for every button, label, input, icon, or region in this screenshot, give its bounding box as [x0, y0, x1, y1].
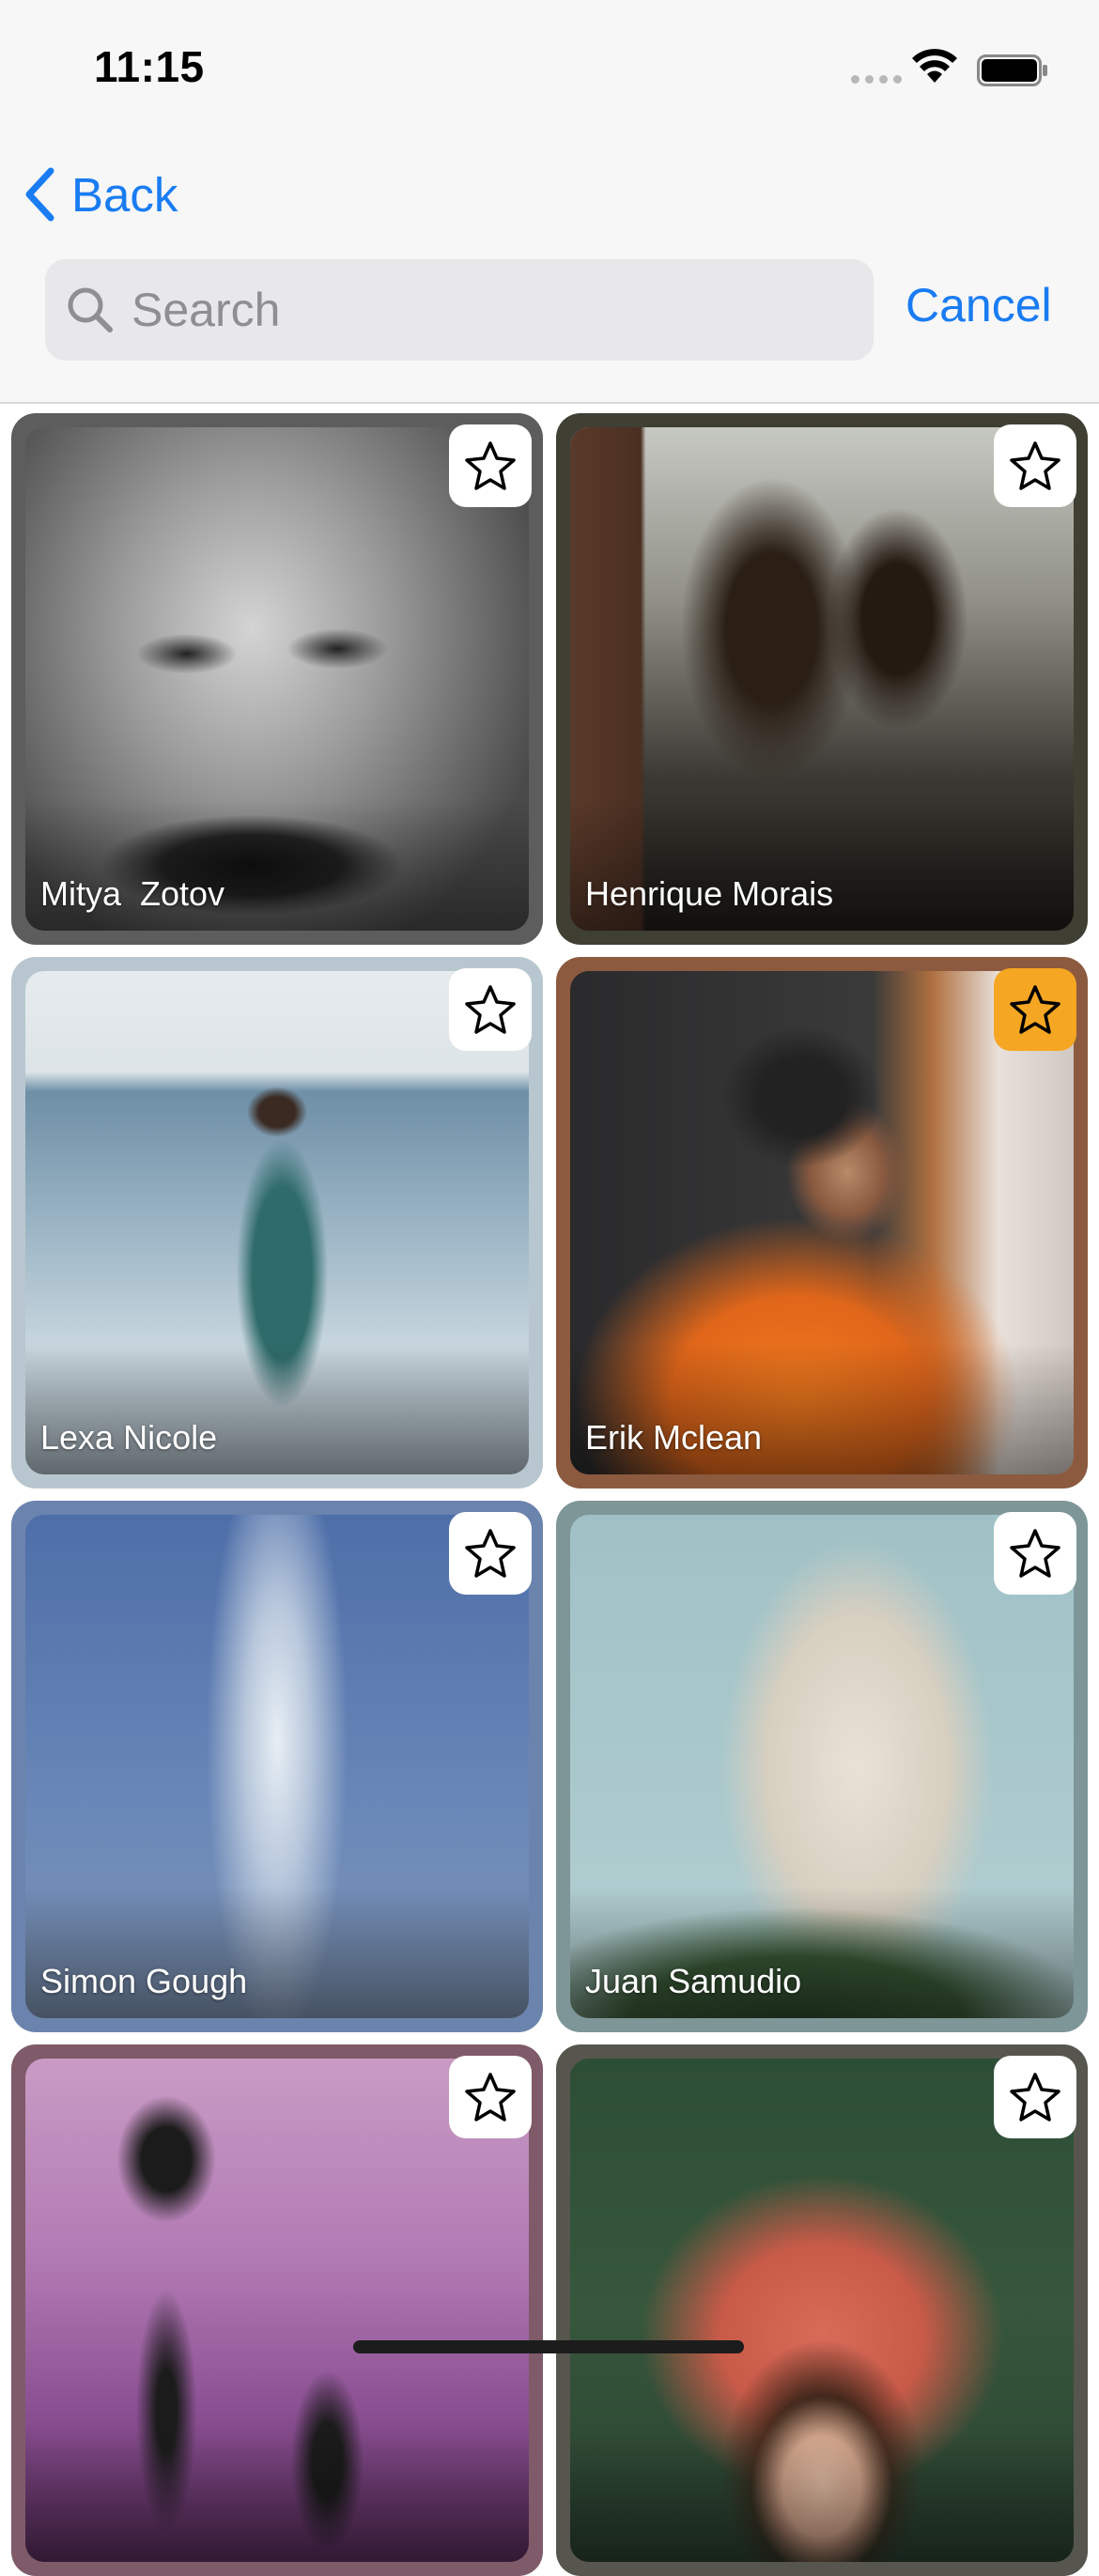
- star-outline-icon: [1010, 441, 1060, 490]
- star-outline-icon: [1010, 1529, 1060, 1578]
- photo-author-name: Juan Samudio: [585, 1962, 802, 2000]
- photo-image: Juan Samudio: [570, 1515, 1074, 2018]
- photo-card[interactable]: [556, 2044, 1088, 2576]
- photo-image: [570, 2059, 1074, 2562]
- favorite-button[interactable]: [994, 2056, 1076, 2138]
- photo-card[interactable]: Simon Gough: [11, 1501, 543, 2032]
- status-bar-time: 11:15: [94, 42, 205, 91]
- search-field[interactable]: [45, 259, 874, 361]
- photo-grid: Mitya Zotov Henrique Morais Lexa Nicole: [11, 413, 1088, 2576]
- favorite-button[interactable]: [449, 424, 532, 507]
- wifi-icon: [912, 49, 957, 83]
- star-outline-icon: [465, 2073, 516, 2121]
- photo-card[interactable]: Juan Samudio: [556, 1501, 1088, 2032]
- battery-icon: [977, 54, 1047, 86]
- photo-card[interactable]: Henrique Morais: [556, 413, 1088, 945]
- favorite-button[interactable]: [449, 968, 532, 1051]
- star-outline-icon: [1010, 2073, 1060, 2121]
- photo-card[interactable]: Erik Mclean: [556, 957, 1088, 1489]
- cancel-button[interactable]: Cancel: [906, 278, 1052, 332]
- photo-author-name: Erik Mclean: [585, 1418, 763, 1457]
- back-label: Back: [71, 167, 178, 222]
- home-indicator[interactable]: [353, 2340, 744, 2353]
- back-button[interactable]: Back: [23, 163, 178, 225]
- star-filled-icon: [1010, 985, 1060, 1034]
- search-icon: [68, 287, 113, 332]
- star-outline-icon: [465, 1529, 516, 1578]
- photo-image: Lexa Nicole: [25, 971, 529, 1474]
- photo-image: Simon Gough: [25, 1515, 529, 2018]
- favorite-button[interactable]: [449, 1512, 532, 1595]
- photo-card[interactable]: Lexa Nicole: [11, 957, 543, 1489]
- search-input[interactable]: [132, 283, 845, 337]
- favorite-button[interactable]: [994, 424, 1076, 507]
- cellular-signal-icon: [851, 75, 902, 84]
- favorite-button[interactable]: [994, 1512, 1076, 1595]
- photo-card[interactable]: Mitya Zotov: [11, 413, 543, 945]
- photo-image: Erik Mclean: [570, 971, 1074, 1474]
- favorite-button[interactable]: [994, 968, 1076, 1051]
- star-outline-icon: [465, 441, 516, 490]
- navigation-header: 11:15 Back Cancel: [0, 0, 1099, 404]
- photo-image: Mitya Zotov: [25, 427, 529, 931]
- photo-author-name: Henrique Morais: [585, 874, 834, 913]
- photo-author-name: Simon Gough: [40, 1962, 248, 2000]
- photo-author-name: Mitya Zotov: [40, 874, 225, 913]
- chevron-left-icon: [25, 167, 54, 222]
- favorite-button[interactable]: [449, 2056, 532, 2138]
- photo-image: Henrique Morais: [570, 427, 1074, 931]
- photo-author-name: Lexa Nicole: [40, 1418, 218, 1457]
- photo-card[interactable]: [11, 2044, 543, 2576]
- star-outline-icon: [465, 985, 516, 1034]
- photo-image: [25, 2059, 529, 2562]
